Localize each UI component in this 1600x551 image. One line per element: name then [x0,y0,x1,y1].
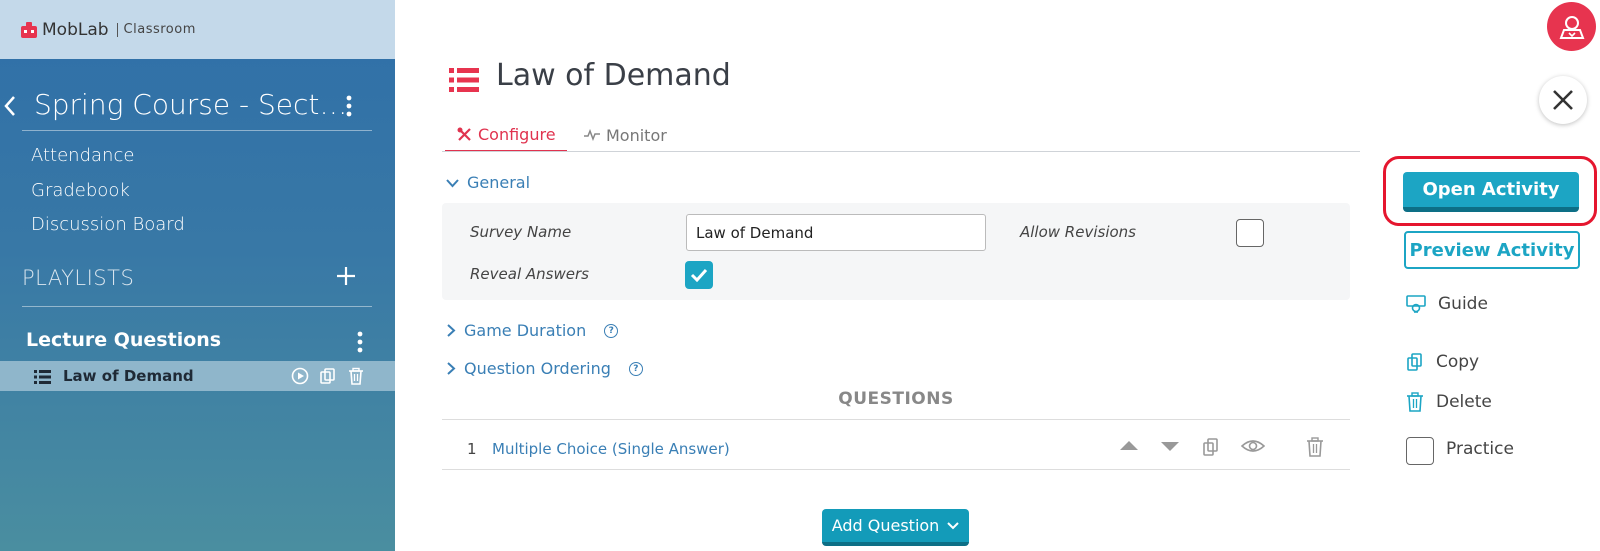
tools-icon [457,127,471,141]
add-question-button[interactable]: Add Question [822,509,969,546]
divider [442,419,1350,420]
section-game-duration-label: Game Duration [464,321,587,340]
practice-checkbox[interactable] [1406,437,1434,465]
open-activity-button[interactable]: Open Activity [1403,172,1579,212]
brand-product: Classroom [123,22,196,37]
questions-heading: QUESTIONS [838,389,954,409]
chevron-left-icon[interactable] [2,94,18,118]
section-general-label: General [467,173,531,192]
playlist-item-actions [291,367,365,385]
trash-icon[interactable] [1306,437,1324,457]
section-question-ordering[interactable]: Question Ordering ? [446,359,643,378]
reveal-answers-checkbox[interactable] [685,261,713,289]
help-icon[interactable]: ? [628,361,643,376]
list-icon [449,68,479,92]
trash-icon [1407,392,1423,412]
practice-label: Practice [1446,439,1514,459]
delete-button[interactable]: Delete [1406,392,1492,412]
sidebar-item-discussion-board[interactable]: Discussion Board [31,214,185,235]
sidebar-item-gradebook[interactable]: Gradebook [31,180,130,201]
preview-activity-button[interactable]: Preview Activity [1404,231,1580,269]
survey-name-input[interactable] [686,214,986,251]
tabs-divider [442,151,1360,152]
divider [22,130,372,131]
brand-divider [116,22,118,37]
help-icon[interactable]: ? [604,323,619,338]
question-number: 1 [467,440,477,458]
checkmark-icon [690,268,708,282]
tab-configure[interactable]: Configure [445,118,567,152]
guide-label: Guide [1438,294,1488,314]
divider [22,306,372,307]
plus-icon[interactable] [336,266,356,286]
allow-revisions-checkbox[interactable] [1236,219,1264,247]
section-question-ordering-label: Question Ordering [464,359,611,378]
chevron-down-icon [947,521,960,529]
copy-button[interactable]: Copy [1406,352,1479,372]
play-icon[interactable] [291,367,309,385]
eye-icon[interactable] [1241,437,1265,455]
copy-label: Copy [1436,352,1480,372]
divider [442,469,1350,470]
tab-monitor[interactable]: Monitor [584,118,667,152]
chevron-right-icon [447,324,456,337]
close-icon [1553,90,1573,110]
move-down-icon[interactable] [1160,437,1180,455]
section-game-duration[interactable]: Game Duration ? [446,321,619,340]
course-header: Spring Course - Sect… [0,82,372,130]
question-type-link[interactable]: Multiple Choice (Single Answer) [492,440,730,458]
user-avatar[interactable] [1547,2,1596,51]
section-general[interactable]: General [446,173,530,192]
playlists-heading: PLAYLISTS [22,266,135,290]
chevron-down-icon [446,178,459,187]
add-question-label: Add Question [831,516,940,535]
reveal-answers-label: Reveal Answers [470,265,589,283]
copy-icon [1407,353,1422,371]
trash-icon[interactable] [347,367,365,385]
delete-label: Delete [1436,392,1492,412]
activity-icon [584,129,600,141]
brand-bar: MobLab Classroom [0,0,395,59]
kebab-menu-icon[interactable] [357,330,363,354]
playlist-title[interactable]: Lecture Questions [26,329,221,351]
course-title[interactable]: Spring Course - Sect… [34,88,347,121]
survey-name-label: Survey Name [470,223,572,241]
guide-icon [1406,295,1426,313]
playlist-item-label: Law of Demand [63,367,194,385]
chevron-right-icon [447,362,456,375]
copy-icon[interactable] [1202,437,1220,457]
kebab-menu-icon[interactable] [346,94,352,118]
brand-name: MobLab [42,19,109,40]
tab-monitor-label: Monitor [606,125,667,145]
move-up-icon[interactable] [1119,437,1139,455]
allow-revisions-label: Allow Revisions [1020,223,1136,241]
user-icon [1559,15,1584,39]
list-icon [34,370,51,384]
playlist-item[interactable]: Law of Demand [0,361,395,391]
tab-configure-label: Configure [478,124,556,144]
sidebar-item-attendance[interactable]: Attendance [31,145,134,166]
moblab-logo-icon [21,21,37,38]
close-button[interactable] [1539,76,1587,124]
page-title: Law of Demand [496,58,731,93]
guide-button[interactable]: Guide [1406,294,1488,314]
sidebar: MobLab Classroom Spring Course - Sect… A… [0,0,395,551]
copy-icon[interactable] [319,367,337,385]
